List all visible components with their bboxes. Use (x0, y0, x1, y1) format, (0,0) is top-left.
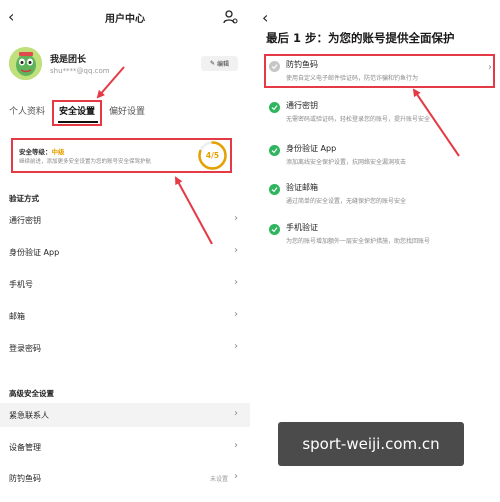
option-desc: 无需密码或验证码，轻松登录您的账号，提升账号安全 (286, 116, 431, 123)
row-email[interactable]: 邮箱 › (0, 304, 250, 328)
row-label: 紧急联系人 (9, 411, 49, 420)
page-title: 用户中心 (105, 14, 145, 25)
done-check-icon (269, 145, 280, 156)
edit-profile-button[interactable]: ✎ 编辑 (201, 56, 238, 71)
row-authenticator-app[interactable]: 身份验证 App › (0, 240, 250, 264)
option-authenticator-app[interactable]: 身份验证 App 添加离线安全保护设置，抗网络安全漏洞攻击 (266, 140, 494, 174)
row-phone[interactable]: 手机号 › (0, 272, 250, 296)
top-bar: ‹ 用户中心 (0, 0, 250, 34)
row-label: 登录密码 (9, 344, 41, 353)
chevron-right-icon: › (234, 213, 238, 224)
back-icon[interactable]: ‹ (262, 8, 268, 27)
security-level-value: 中级 (51, 148, 65, 156)
chevron-right-icon: › (234, 309, 238, 320)
security-level: 安全等级：中级 (19, 146, 65, 156)
row-anti-phishing[interactable]: 防钓鱼码 未设置 › (0, 466, 250, 490)
chevron-right-icon: › (234, 408, 238, 419)
row-emergency-contact[interactable]: 紧急联系人 › (0, 403, 250, 427)
row-label: 身份验证 App (9, 248, 60, 257)
section-title-verify: 验证方式 (9, 194, 39, 203)
row-label: 通行密钥 (9, 216, 41, 225)
edit-icon: ✎ (209, 60, 215, 67)
highlight-box-tab (52, 100, 102, 126)
done-check-icon (269, 224, 280, 235)
option-desc: 添加离线安全保护设置，抗网络安全漏洞攻击 (286, 159, 407, 166)
row-device-management[interactable]: 设备管理 › (0, 435, 250, 459)
tab-profile[interactable]: 个人资料 (9, 104, 45, 117)
row-label: 邮箱 (9, 312, 25, 321)
watermark: sport-weiji.com.cn (278, 422, 464, 466)
row-value: 未设置 (209, 476, 228, 483)
row-label: 防钓鱼码 (9, 474, 41, 483)
row-label: 设备管理 (9, 443, 41, 452)
chevron-right-icon: › (234, 277, 238, 288)
step-title: 最后 1 步：为您的账号提供全面保护 (266, 31, 455, 45)
row-passkey[interactable]: 通行密钥 › (0, 208, 250, 232)
user-nickname: 我是团长 (50, 55, 87, 65)
done-check-icon (269, 184, 280, 195)
tab-bar: 个人资料 安全设置 偏好设置 (0, 98, 250, 124)
chevron-right-icon: › (234, 471, 238, 482)
chevron-right-icon: › (234, 341, 238, 352)
option-desc: 为您的账号增加额外一层安全保护措施，助您找回账号 (286, 238, 431, 245)
option-verify-email[interactable]: 验证邮箱 通过简单的安全设置，无缝保护您的账号安全 (266, 179, 494, 213)
option-phone-verify[interactable]: 手机验证 为您的账号增加额外一层安全保护措施，助您找回账号 (266, 219, 494, 253)
user-email: shu****@qq.com (50, 67, 110, 75)
avatar[interactable] (9, 47, 42, 80)
option-desc: 通过简单的安全设置，无缝保护您的账号安全 (286, 198, 407, 205)
row-label: 手机号 (9, 280, 33, 289)
security-score: 4/5 (206, 151, 219, 160)
chevron-right-icon: › (234, 440, 238, 451)
security-level-prefix: 安全等级： (19, 148, 52, 156)
tab-preferences[interactable]: 偏好设置 (109, 104, 145, 117)
security-score-ring: 4/5 (196, 139, 229, 172)
highlight-box-anti-phishing (264, 54, 495, 88)
edit-label: 编辑 (217, 61, 230, 68)
option-title: 手机验证 (286, 223, 318, 232)
security-tip: 继续前进，添加更多安全设置为您的账号安全保驾护航 (19, 159, 152, 165)
user-settings-icon[interactable] (222, 9, 238, 25)
section-title-advanced: 高级安全设置 (9, 389, 54, 398)
option-title: 通行密钥 (286, 101, 318, 110)
option-passkey[interactable]: 通行密钥 无需密码或验证码，轻松登录您的账号，提升账号安全 (266, 97, 494, 131)
chevron-right-icon: › (234, 245, 238, 256)
row-login-password[interactable]: 登录密码 › (0, 336, 250, 360)
user-center-screen: ‹ 用户中心 我是团长 shu****@qq.com ✎ 编辑 个人资料 安全设… (0, 0, 250, 502)
option-title: 验证邮箱 (286, 183, 318, 192)
option-title: 身份验证 App (286, 144, 337, 153)
done-check-icon (269, 102, 280, 113)
